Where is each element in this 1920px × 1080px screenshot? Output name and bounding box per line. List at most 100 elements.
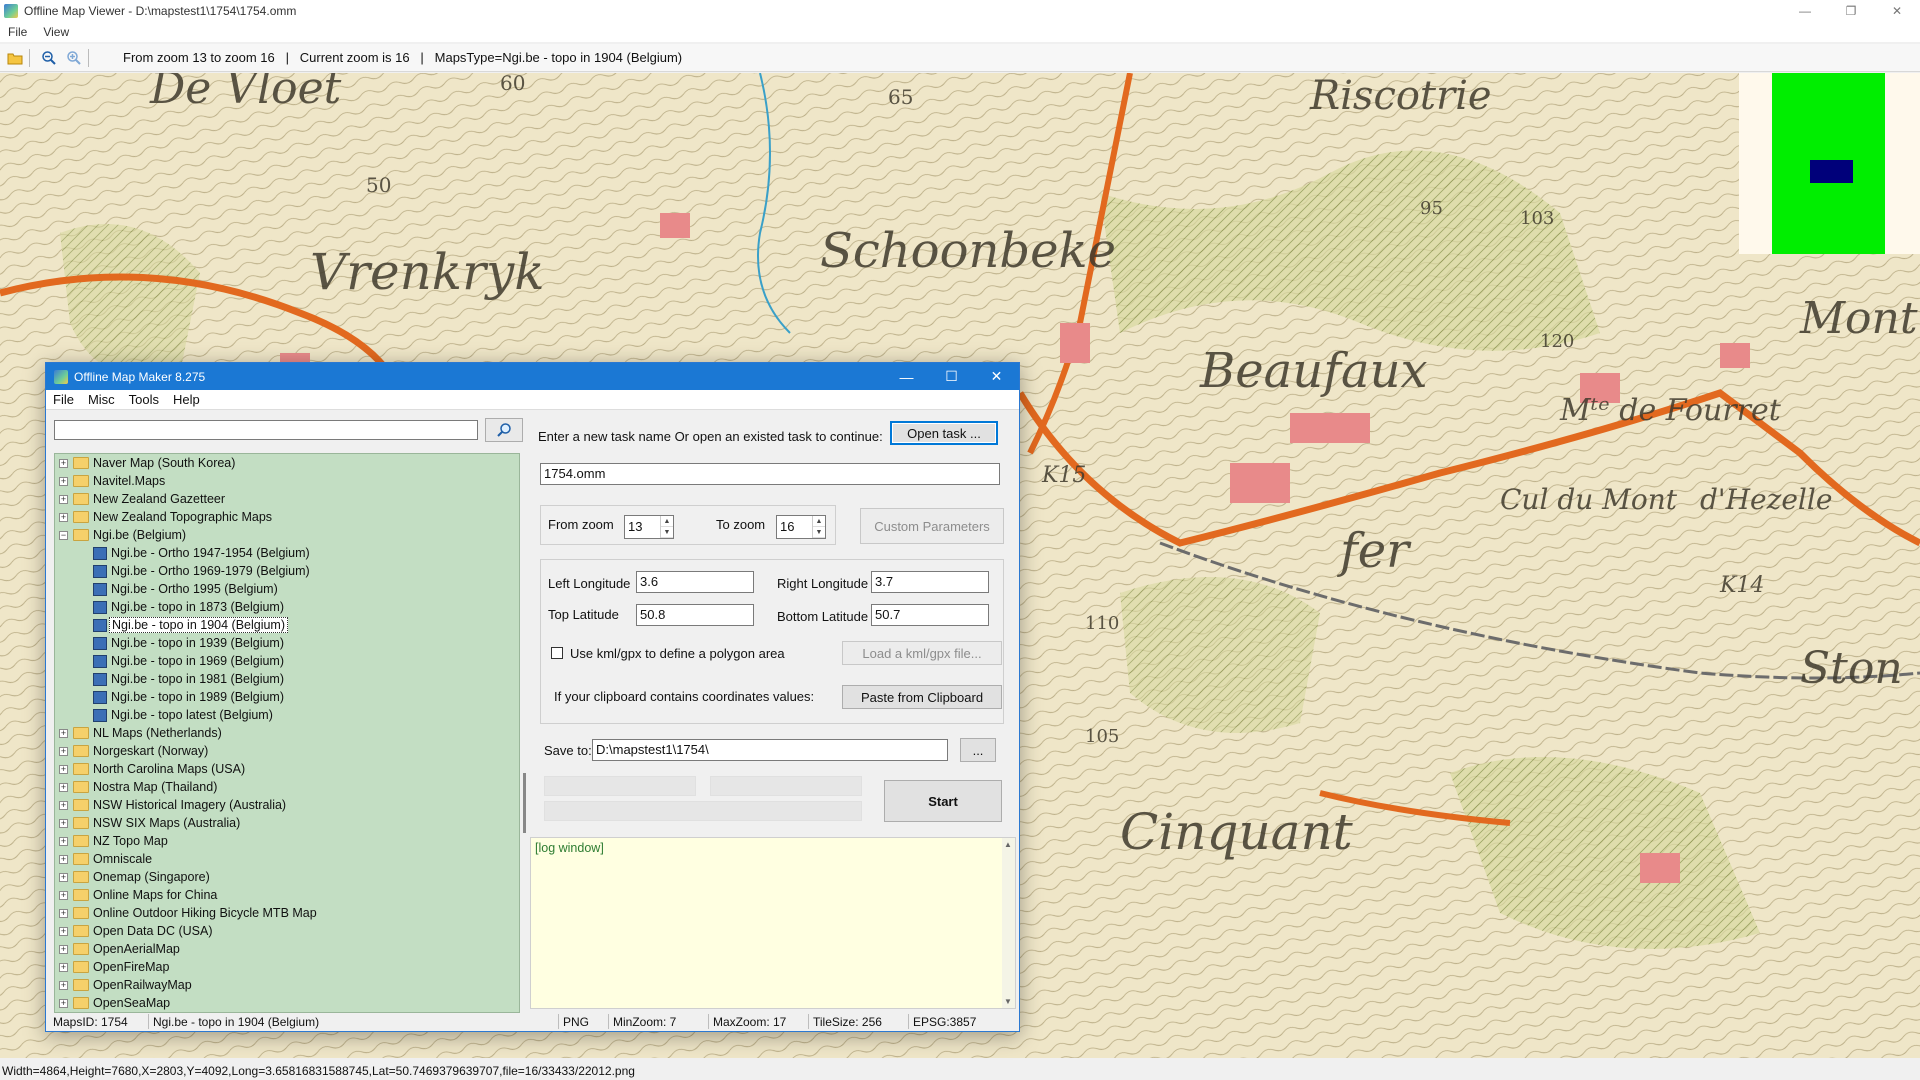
dialog-minimize-button[interactable]: — [884,363,929,390]
expand-icon[interactable]: + [59,962,68,972]
tree-map-item[interactable]: Ngi.be - Ortho 1969-1979 (Belgium) [55,562,519,580]
tree-folder-item[interactable]: + Norgeskart (Norway) [55,742,519,760]
browse-folder-button[interactable]: ... [960,738,996,762]
right-longitude-field[interactable]: 3.7 [871,571,989,593]
expand-icon[interactable]: + [59,872,68,882]
open-folder-icon[interactable] [5,48,25,68]
tree-map-item[interactable]: Ngi.be - Ortho 1995 (Belgium) [55,580,519,598]
task-name-field[interactable]: 1754.omm [540,463,1000,485]
scroll-down-icon[interactable]: ▼ [1004,997,1012,1006]
tree-map-item[interactable]: Ngi.be - topo in 1969 (Belgium) [55,652,519,670]
minimap-viewport-indicator[interactable] [1810,160,1853,183]
menu-view[interactable]: View [35,25,77,39]
zoom-in-icon[interactable] [64,48,84,68]
expand-icon[interactable]: + [59,494,68,504]
expand-icon[interactable]: + [59,512,68,522]
open-task-button[interactable]: Open task ... [890,421,998,445]
left-longitude-field[interactable]: 3.6 [636,571,754,593]
tree-map-item[interactable]: Ngi.be - topo latest (Belgium) [55,706,519,724]
scroll-up-icon[interactable]: ▲ [1004,840,1012,849]
dialog-close-button[interactable]: ✕ [974,363,1019,390]
tree-folder-item[interactable]: + North Carolina Maps (USA) [55,760,519,778]
tree-folder-item[interactable]: + NSW SIX Maps (Australia) [55,814,519,832]
tree-map-item[interactable]: Ngi.be - topo in 1989 (Belgium) [55,688,519,706]
tree-folder-item[interactable]: − Ngi.be (Belgium) [55,526,519,544]
stepper-down-icon[interactable]: ▼ [661,527,673,538]
tree-folder-item[interactable]: + OpenSeaMap [55,994,519,1012]
menu-file[interactable]: File [0,25,35,39]
start-button[interactable]: Start [884,780,1002,822]
maps-tree[interactable]: + Naver Map (South Korea) + Navitel.Maps + Ne… [54,453,520,1013]
tree-folder-item[interactable]: + New Zealand Gazetteer [55,490,519,508]
paste-from-clipboard-button[interactable]: Paste from Clipboard [842,685,1002,709]
save-to-path-field[interactable]: D:\mapstest1\1754\ [592,739,948,761]
tree-folder-item[interactable]: + Onemap (Singapore) [55,868,519,886]
custom-parameters-button[interactable]: Custom Parameters [860,508,1004,544]
expand-icon[interactable]: + [59,944,68,954]
tree-map-item[interactable]: Ngi.be - topo in 1904 (Belgium) [55,616,519,634]
top-latitude-field[interactable]: 50.8 [636,604,754,626]
tree-scrollbar[interactable] [520,453,530,1013]
log-window[interactable]: [log window] ▲ ▼ [530,837,1016,1009]
expand-icon[interactable]: + [59,476,68,486]
tree-map-item[interactable]: Ngi.be - topo in 1981 (Belgium) [55,670,519,688]
tree-folder-item[interactable]: + Nostra Map (Thailand) [55,778,519,796]
tree-folder-item[interactable]: + OpenRailwayMap [55,976,519,994]
collapse-icon[interactable]: − [59,530,68,540]
tree-folder-item[interactable]: + Open Data DC (USA) [55,922,519,940]
stepper-down-icon[interactable]: ▼ [813,527,825,538]
tree-folder-item[interactable]: + Online Maps for China [55,886,519,904]
tree-folder-item[interactable]: + Navitel.Maps [55,472,519,490]
zoom-out-icon[interactable] [39,48,59,68]
minimize-button[interactable]: — [1782,0,1828,22]
stepper-up-icon[interactable]: ▲ [813,516,825,527]
map-number: 95 [1420,198,1443,219]
expand-icon[interactable]: + [59,458,68,468]
expand-icon[interactable]: + [59,818,68,828]
close-button[interactable]: ✕ [1874,0,1920,22]
expand-icon[interactable]: + [59,800,68,810]
restore-button[interactable]: ❐ [1828,0,1874,22]
expand-icon[interactable]: + [59,836,68,846]
toolbar-separator [88,48,89,67]
log-scrollbar[interactable]: ▲ ▼ [1002,838,1015,1008]
expand-icon[interactable]: + [59,764,68,774]
expand-icon[interactable]: + [59,890,68,900]
kml-polygon-checkbox[interactable] [551,647,563,659]
from-zoom-stepper[interactable]: 13 ▲ ▼ [624,515,674,539]
tree-folder-item[interactable]: + Online Outdoor Hiking Bicycle MTB Map [55,904,519,922]
dialog-maximize-button[interactable]: ☐ [929,363,974,390]
bottom-latitude-field[interactable]: 50.7 [871,604,989,626]
menu-misc[interactable]: Misc [81,392,122,407]
load-kml-button[interactable]: Load a kml/gpx file... [842,641,1002,665]
tree-folder-item[interactable]: + NZ Topo Map [55,832,519,850]
expand-icon[interactable]: + [59,998,68,1008]
tree-folder-item[interactable]: + Omniscale [55,850,519,868]
tree-map-item[interactable]: Ngi.be - topo in 1873 (Belgium) [55,598,519,616]
expand-icon[interactable]: + [59,854,68,864]
to-zoom-stepper[interactable]: 16 ▲ ▼ [776,515,826,539]
folder-icon [73,529,89,541]
expand-icon[interactable]: + [59,782,68,792]
tree-folder-item[interactable]: + NSW Historical Imagery (Australia) [55,796,519,814]
expand-icon[interactable]: + [59,746,68,756]
expand-icon[interactable]: + [59,728,68,738]
maps-search-input[interactable] [54,420,478,440]
tree-folder-item[interactable]: + OpenAerialMap [55,940,519,958]
tree-folder-item[interactable]: + New Zealand Topographic Maps [55,508,519,526]
expand-icon[interactable]: + [59,908,68,918]
tree-folder-item[interactable]: + NL Maps (Netherlands) [55,724,519,742]
scrollbar-thumb[interactable] [523,773,526,833]
menu-help[interactable]: Help [166,392,207,407]
search-button[interactable] [485,418,523,442]
stepper-up-icon[interactable]: ▲ [661,516,673,527]
expand-icon[interactable]: + [59,926,68,936]
expand-icon[interactable]: + [59,980,68,990]
overview-minimap[interactable] [1739,73,1920,254]
menu-tools[interactable]: Tools [122,392,166,407]
tree-folder-item[interactable]: + Naver Map (South Korea) [55,454,519,472]
tree-folder-item[interactable]: + OpenFireMap [55,958,519,976]
tree-map-item[interactable]: Ngi.be - topo in 1939 (Belgium) [55,634,519,652]
tree-map-item[interactable]: Ngi.be - Ortho 1947-1954 (Belgium) [55,544,519,562]
menu-file[interactable]: File [46,392,81,407]
